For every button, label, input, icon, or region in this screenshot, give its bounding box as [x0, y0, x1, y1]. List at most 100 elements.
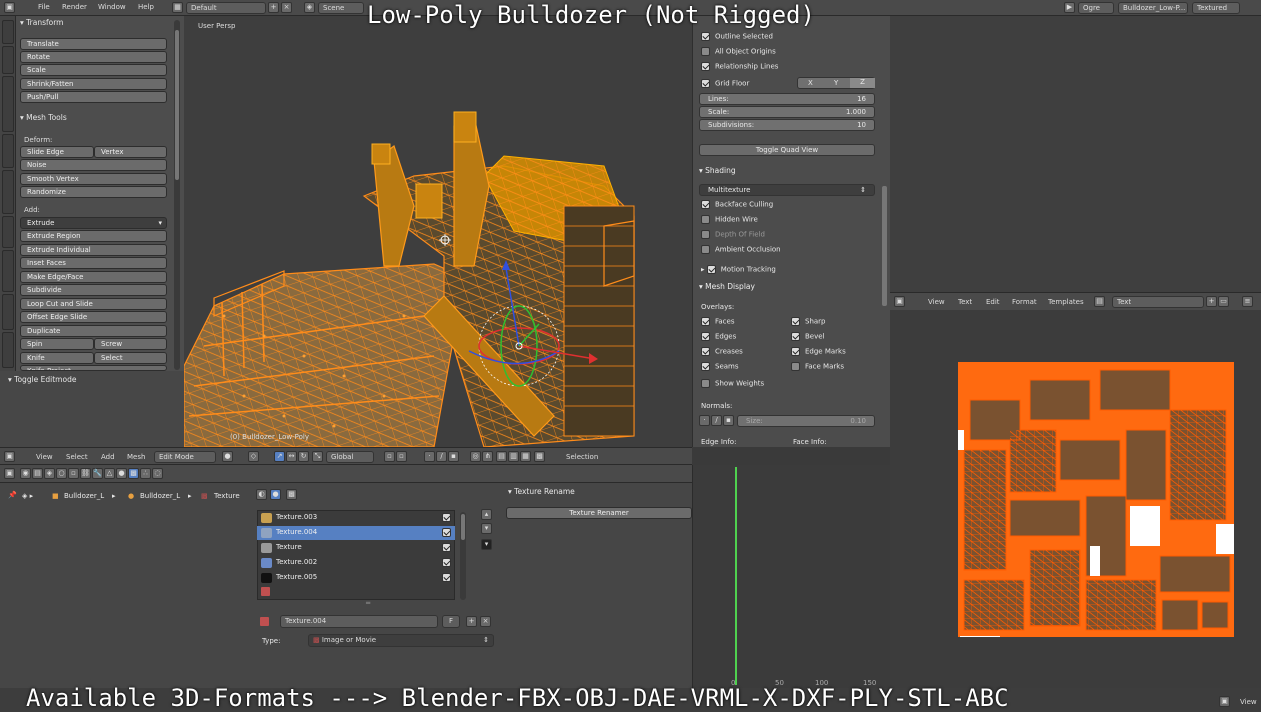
layer-icon-2[interactable]: ▫ [396, 451, 407, 462]
viewport-shading-icon[interactable]: ● [222, 451, 233, 462]
texture-use-checkbox[interactable] [442, 513, 451, 522]
texture-slot-row[interactable]: Texture.003 [257, 511, 455, 525]
face-marks-checkbox[interactable] [791, 362, 800, 371]
push-pull-button[interactable]: Push/Pull [20, 91, 167, 103]
list-resize-handle[interactable]: ═ [366, 599, 370, 607]
texture-list-scroll-thumb[interactable] [461, 514, 465, 540]
texture-slot-row-selected[interactable]: Texture.004 [257, 526, 455, 540]
scale-manipulator-icon[interactable]: ⤡ [312, 451, 323, 462]
edges-row[interactable]: Edges [701, 332, 736, 341]
tab-animation[interactable] [2, 250, 14, 292]
uv-texture-map[interactable] [890, 310, 1261, 688]
breadcrumb-material[interactable]: Bulldozer_L [140, 492, 180, 500]
bevel-checkbox[interactable] [791, 332, 800, 341]
ambient-occlusion-row[interactable]: Ambient Occlusion [701, 245, 781, 254]
breadcrumb-texture[interactable]: Texture [214, 492, 240, 500]
subdivisions-field[interactable]: Subdivisions: 10 [699, 119, 875, 131]
snap-target-icon[interactable]: ▤ [496, 451, 507, 462]
props-texture-tab-icon[interactable]: ▩ [128, 468, 139, 479]
shading-field[interactable]: Textured [1192, 2, 1240, 14]
backface-culling-checkbox[interactable] [701, 200, 710, 209]
outline-selected-checkbox[interactable] [701, 32, 710, 41]
screw-button[interactable]: Screw [94, 338, 167, 350]
npanel-scrollbar[interactable] [882, 186, 887, 306]
brush-texture-icon[interactable]: ▩ [286, 489, 297, 500]
tab-physics[interactable] [2, 216, 14, 248]
ambient-occlusion-checkbox[interactable] [701, 245, 710, 254]
edges-checkbox[interactable] [701, 332, 710, 341]
make-edge-face-button[interactable]: Make Edge/Face [20, 271, 167, 283]
engine-field[interactable]: Ogre [1078, 2, 1114, 14]
props-layers-tab-icon[interactable]: ▤ [32, 468, 43, 479]
seams-row[interactable]: Seams [701, 362, 739, 371]
knife-button[interactable]: Knife [20, 352, 94, 364]
bulldozer-mesh[interactable] [184, 16, 692, 447]
mesh-tools-panel-title[interactable]: ▾ Mesh Tools [20, 113, 67, 122]
orientation-selector[interactable]: Global [326, 451, 374, 463]
render-anim-icon[interactable]: ▦ [520, 451, 531, 462]
specials-icon[interactable]: ▾ [481, 539, 492, 550]
camera-icon[interactable]: ▩ [534, 451, 545, 462]
hidden-wire-checkbox[interactable] [701, 215, 710, 224]
props-physics-tab-icon[interactable]: ◌ [152, 468, 163, 479]
extrude-dropdown[interactable]: Extrude ▾ [20, 217, 167, 229]
props-editor-type-icon[interactable]: ▣ [4, 468, 15, 479]
texture-list-scrollbar[interactable] [460, 512, 466, 600]
props-constraints-tab-icon[interactable]: ⛓ [80, 468, 91, 479]
texture-browse-icon[interactable] [260, 617, 269, 626]
tool-shelf-scrollbar[interactable] [174, 20, 180, 370]
backface-culling-row[interactable]: Backface Culling [701, 200, 773, 209]
remove-layout-icon[interactable]: × [281, 2, 292, 13]
subdivide-button[interactable]: Subdivide [20, 284, 167, 296]
all-origins-checkbox[interactable] [701, 47, 710, 56]
texture-name-field[interactable]: Texture.004 [280, 615, 438, 628]
text-datablock-field[interactable]: Text [1112, 296, 1204, 308]
text-menu-edit[interactable]: Edit [986, 298, 1000, 306]
menu-window[interactable]: Window [98, 3, 126, 11]
grid-floor-row[interactable]: Grid Floor [701, 79, 749, 88]
text-menu-format[interactable]: Format [1012, 298, 1037, 306]
fake-user-toggle[interactable]: F [442, 615, 460, 628]
manipulator-toggle-icon[interactable]: ↗ [274, 451, 285, 462]
object-name-field[interactable]: Bulldozer_Low-P... [1118, 2, 1188, 14]
menu-help[interactable]: Help [138, 3, 154, 11]
viewport-editor-type-icon[interactable]: ▣ [4, 451, 15, 462]
texture-type-dropdown[interactable]: ▩ Image or Movie ⇕ [308, 634, 494, 647]
texture-use-checkbox[interactable] [442, 528, 451, 537]
grid-floor-checkbox[interactable] [701, 79, 710, 88]
texture-slot-row[interactable]: Texture [257, 541, 455, 555]
text-line-numbers-icon[interactable]: ≡ [1242, 296, 1253, 307]
hidden-wire-row[interactable]: Hidden Wire [701, 215, 758, 224]
face-normals-icon[interactable]: ▪ [723, 415, 734, 426]
scrollbar-thumb[interactable] [175, 30, 179, 180]
tab-relations[interactable] [2, 294, 14, 330]
extrude-individual-button[interactable]: Extrude Individual [20, 244, 167, 256]
toggle-editmode-title[interactable]: ▾ Toggle Editmode [8, 375, 76, 384]
face-marks-row[interactable]: Face Marks [791, 362, 844, 371]
props-material-tab-icon[interactable]: ● [116, 468, 127, 479]
offset-edge-slide-button[interactable]: Offset Edge Slide [20, 311, 167, 323]
texture-rename-title[interactable]: ▾ Texture Rename [508, 487, 575, 496]
edge-marks-row[interactable]: Edge Marks [791, 347, 846, 356]
normal-size-field[interactable]: Size: 0.10 [737, 415, 875, 427]
noise-button[interactable]: Noise [20, 159, 167, 171]
motion-tracking-row[interactable]: ▸ Motion Tracking [701, 265, 776, 274]
texture-use-checkbox[interactable] [442, 558, 451, 567]
3d-viewport[interactable]: User Persp (0) Bulldozer_Low-Poly [184, 16, 692, 447]
menu-render[interactable]: Render [62, 3, 87, 11]
text-new-icon[interactable]: + [1206, 296, 1217, 307]
tab-3d-printing[interactable] [2, 332, 14, 368]
vertex-select-icon[interactable]: · [424, 451, 435, 462]
seams-checkbox[interactable] [701, 362, 710, 371]
vp-menu-select[interactable]: Select [66, 453, 88, 461]
screen-layout-field[interactable]: Default [186, 2, 266, 14]
show-weights-row[interactable]: Show Weights [701, 379, 764, 388]
screen-layout-icon[interactable]: ▦ [172, 2, 183, 13]
scene-field[interactable]: Scene [318, 2, 364, 14]
menu-file[interactable]: File [38, 3, 50, 11]
sharp-checkbox[interactable] [791, 317, 800, 326]
snap-icon[interactable]: ⋔ [482, 451, 493, 462]
uv-texture-area[interactable] [890, 310, 1261, 688]
duplicate-button[interactable]: Duplicate [20, 325, 167, 337]
scale-button[interactable]: Scale [20, 64, 167, 76]
